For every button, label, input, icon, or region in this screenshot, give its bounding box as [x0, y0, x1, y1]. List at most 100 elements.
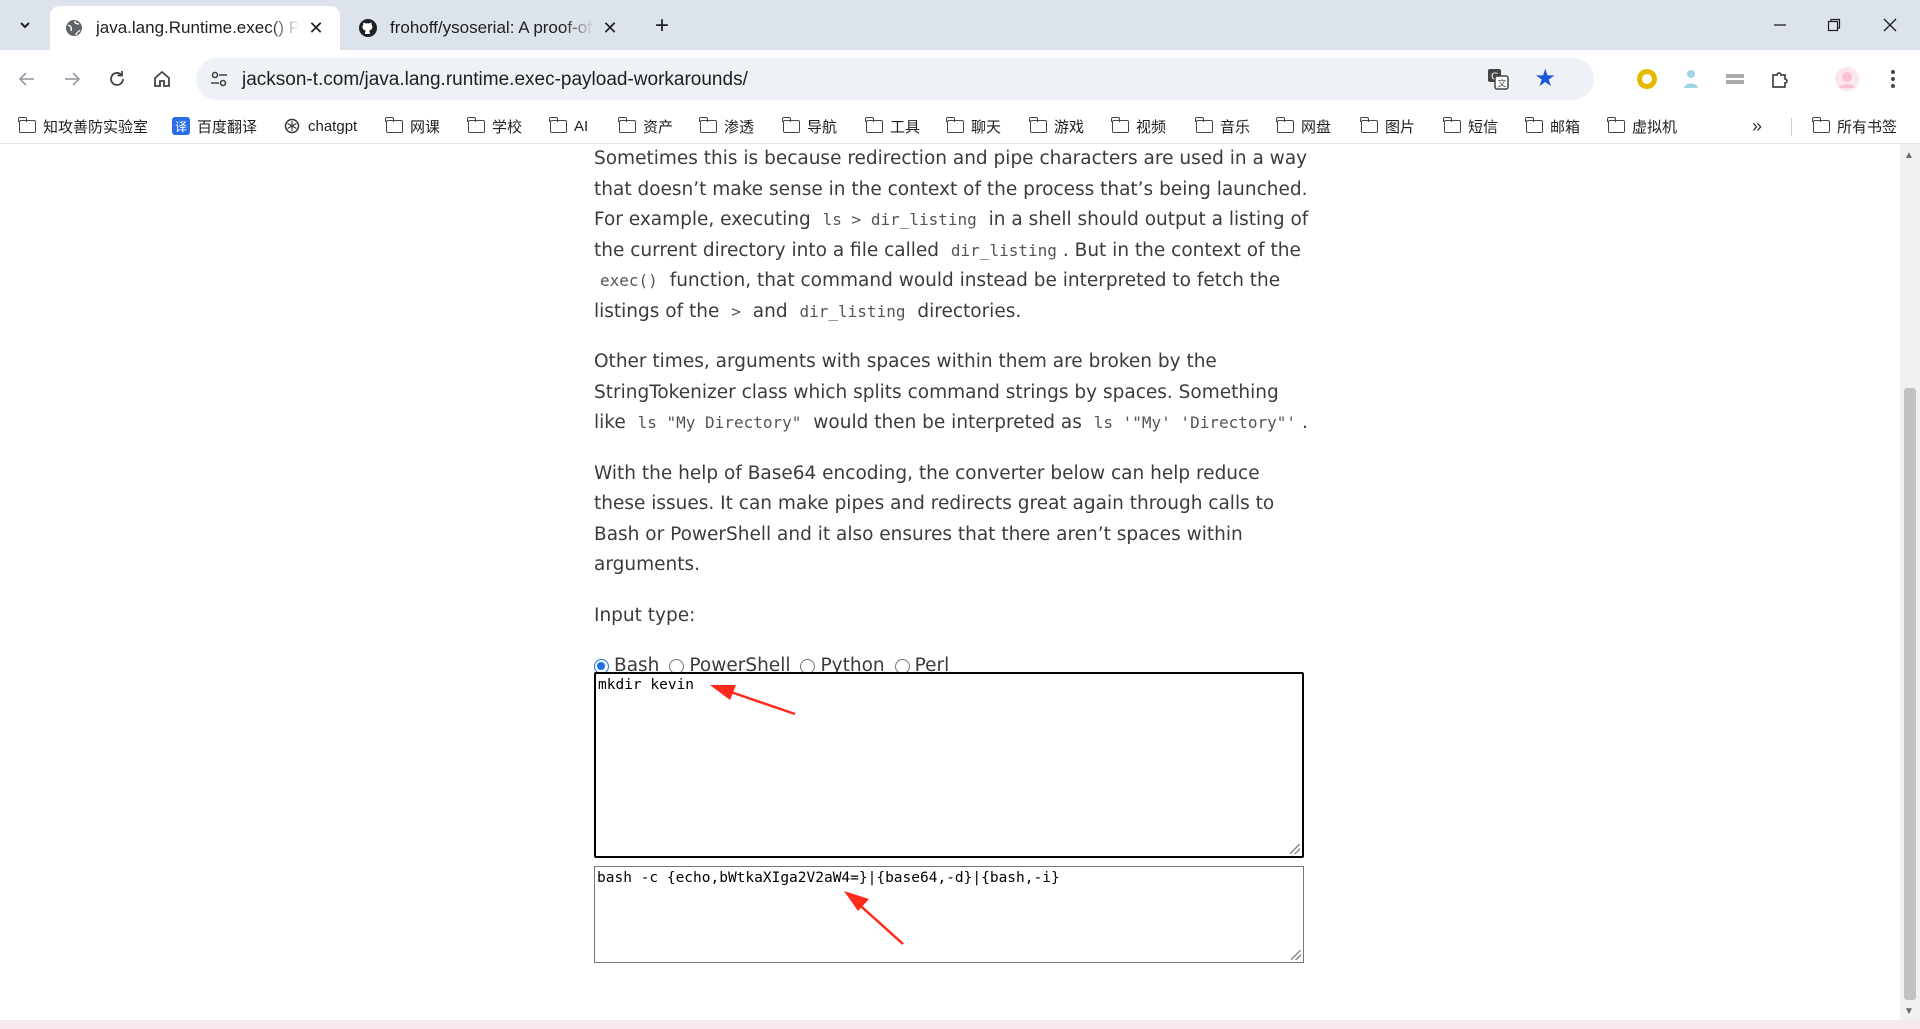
- bookmark-item[interactable]: 视频: [1110, 114, 1167, 138]
- bookmark-item[interactable]: 学校: [466, 114, 523, 138]
- scroll-up-arrow-icon[interactable]: ▲: [1904, 150, 1914, 161]
- tab-github[interactable]: frohoff/ysoserial: A proof-of- ✕: [344, 6, 634, 50]
- folder-icon: [17, 116, 36, 134]
- minimize-button[interactable]: [1752, 0, 1808, 50]
- scroll-down-arrow-icon[interactable]: ▼: [1904, 1006, 1914, 1017]
- extension-figure-icon[interactable]: [1676, 64, 1706, 94]
- bookmark-item[interactable]: chatgpt: [283, 114, 357, 138]
- bookmark-item[interactable]: 渗透: [698, 114, 754, 138]
- folder-icon: [1811, 116, 1830, 134]
- svg-text:文: 文: [1498, 78, 1507, 90]
- folder-icon: [781, 116, 800, 134]
- inline-code: ls "My Directory": [637, 413, 802, 432]
- bookmark-item[interactable]: 虚拟机: [1606, 114, 1678, 138]
- minimize-icon: [1774, 24, 1786, 26]
- text: and: [752, 300, 788, 322]
- openai-icon: [283, 118, 301, 134]
- bookmark-item[interactable]: 网课: [384, 114, 440, 138]
- bookmark-label: 虚拟机: [1632, 118, 1678, 136]
- folder-icon: [466, 116, 485, 134]
- bookmark-item[interactable]: 知攻善防实验室: [17, 114, 149, 138]
- bookmark-item[interactable]: 资产: [617, 114, 674, 138]
- paragraph-redirection: Sometimes this is because redirection an…: [594, 144, 1314, 327]
- bookmark-label: 学校: [492, 118, 523, 136]
- input-text: mkdir kevin: [598, 677, 695, 693]
- all-bookmarks[interactable]: 所有书签: [1811, 114, 1897, 138]
- profile-avatar[interactable]: [1832, 64, 1862, 94]
- menu-kebab-icon[interactable]: [1878, 64, 1908, 94]
- folder-icon: [1359, 116, 1378, 134]
- bookmark-item[interactable]: 网盘: [1275, 114, 1331, 138]
- more-bookmarks-icon[interactable]: »: [1752, 116, 1762, 137]
- bookmark-item[interactable]: 邮箱: [1524, 114, 1580, 138]
- extension-bars-icon[interactable]: [1720, 64, 1750, 94]
- bookmark-star-icon[interactable]: ★: [1534, 65, 1556, 93]
- bookmark-item[interactable]: 工具: [864, 114, 921, 138]
- bookmark-label: 知攻善防实验室: [43, 118, 149, 136]
- bookmark-item[interactable]: 聊天: [945, 114, 1002, 138]
- bookmark-item[interactable]: 短信: [1442, 114, 1498, 138]
- forward-button[interactable]: [55, 62, 89, 96]
- restore-icon: [1827, 18, 1841, 32]
- article-body: Sometimes this is because redirection an…: [594, 144, 1314, 682]
- divider: [1791, 118, 1792, 136]
- bookmark-item[interactable]: 译百度翻译: [172, 114, 257, 138]
- bookmark-label: 视频: [1136, 118, 1167, 136]
- bookmark-label: 工具: [890, 118, 921, 136]
- back-arrow-icon: [18, 72, 34, 86]
- folder-icon: [1442, 116, 1461, 134]
- scrollbar-thumb[interactable]: [1904, 388, 1916, 1000]
- close-tab-icon[interactable]: ✕: [306, 18, 326, 38]
- extensions-puzzle-icon[interactable]: [1766, 64, 1796, 94]
- bookmark-item[interactable]: 导航: [781, 114, 838, 138]
- command-input-textarea[interactable]: mkdir kevin: [594, 672, 1304, 858]
- close-window-button[interactable]: [1862, 0, 1918, 50]
- translate-icon[interactable]: G文: [1486, 67, 1510, 91]
- folder-icon: [617, 116, 636, 134]
- folder-icon: [864, 116, 883, 134]
- folder-icon: [1028, 116, 1047, 134]
- bookmark-label: 资产: [643, 118, 674, 136]
- extension-yellow-icon[interactable]: [1632, 64, 1662, 94]
- folder-icon: [698, 116, 717, 134]
- bookmarks-bar: » 所有书签 知攻善防实验室 译百度翻译 chatgpt 网课 学校 AI 资产 渗透 导航 工具…: [0, 108, 1920, 144]
- tab-title: frohoff/ysoserial: A proof-of-: [390, 18, 594, 37]
- folder-icon: [1275, 116, 1294, 134]
- github-icon: [358, 18, 378, 38]
- url-text[interactable]: jackson-t.com/java.lang.runtime.exec-pay…: [242, 69, 748, 91]
- tab-search-button[interactable]: [10, 10, 40, 40]
- folder-icon: [1110, 116, 1129, 134]
- text: directories.: [917, 300, 1022, 322]
- folder-icon: [1524, 116, 1543, 134]
- folder-icon: [384, 116, 403, 134]
- new-tab-button[interactable]: +: [648, 12, 676, 40]
- resize-handle-icon[interactable]: [1291, 950, 1301, 960]
- bookmark-label: 聊天: [971, 118, 1002, 136]
- tab-active[interactable]: java.lang.Runtime.exec() Payl ✕: [50, 6, 340, 50]
- folder-icon: [1606, 116, 1625, 134]
- restore-button[interactable]: [1806, 0, 1862, 50]
- bookmark-item[interactable]: 游戏: [1028, 114, 1084, 138]
- reload-button[interactable]: [100, 62, 134, 96]
- payload-output-textarea[interactable]: bash -c {echo,bWtkaXIga2V2aW4=}|{base64,…: [594, 866, 1304, 963]
- input-type-label: Input type:: [594, 604, 696, 626]
- inline-code: ls > dir_listing: [822, 210, 977, 229]
- resize-handle-icon[interactable]: [1290, 844, 1300, 854]
- address-bar[interactable]: jackson-t.com/java.lang.runtime.exec-pay…: [196, 58, 1594, 100]
- bookmark-label: chatgpt: [308, 117, 358, 135]
- inline-code: >: [731, 301, 741, 321]
- inline-code: dir_listing: [799, 301, 906, 321]
- folder-icon: [548, 116, 567, 134]
- reload-icon: [110, 71, 124, 86]
- bookmark-item[interactable]: AI: [548, 114, 588, 138]
- bookmark-item[interactable]: 音乐: [1194, 114, 1251, 138]
- bookmark-label: 导航: [807, 118, 838, 136]
- back-button[interactable]: [10, 62, 44, 96]
- site-info-icon[interactable]: [204, 64, 234, 94]
- close-tab-icon[interactable]: ✕: [600, 18, 620, 38]
- bookmark-label: 音乐: [1220, 118, 1251, 136]
- bookmark-item[interactable]: 图片: [1359, 114, 1415, 138]
- page-content: Sometimes this is because redirection an…: [0, 144, 1900, 1020]
- chevron-down-icon: [20, 22, 30, 29]
- home-button[interactable]: [145, 62, 179, 96]
